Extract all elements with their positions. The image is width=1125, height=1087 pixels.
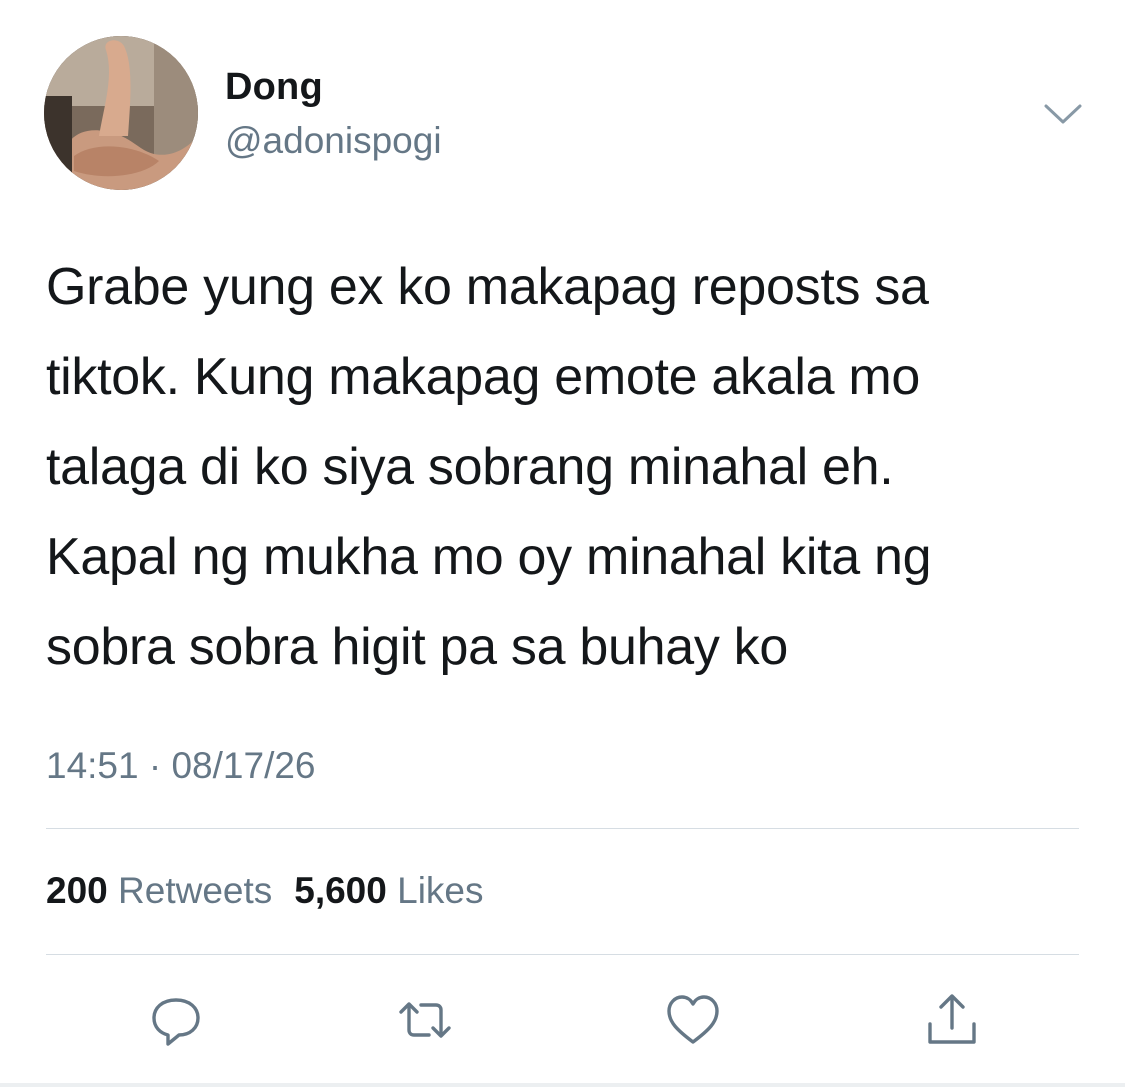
display-name[interactable]: Dong (225, 66, 323, 109)
engagement-stats: 200 Retweets 5,600 Likes (46, 870, 484, 912)
tweet-text: Grabe yung ex ko makapag reposts sa tikt… (46, 258, 932, 676)
like-button[interactable] (663, 990, 723, 1050)
meta-separator: · (148, 745, 162, 786)
user-handle[interactable]: @adonispogi (225, 120, 442, 162)
retweet-icon (399, 1002, 451, 1038)
action-bar (0, 990, 1125, 1050)
retweets-label: Retweets (118, 870, 273, 911)
retweets-stat[interactable]: 200 Retweets (46, 870, 272, 911)
share-button[interactable] (922, 990, 982, 1050)
tweet-card: Dong @adonispogi Grabe yung ex ko makapa… (0, 0, 1125, 1087)
retweets-count: 200 (46, 870, 108, 911)
heart-icon (667, 995, 719, 1044)
chevron-down-icon[interactable] (1040, 98, 1086, 128)
bottom-separator (0, 1083, 1125, 1087)
reply-icon (152, 998, 200, 1046)
share-icon (928, 994, 976, 1044)
reply-button[interactable] (146, 990, 206, 1050)
avatar-photo (44, 36, 198, 190)
tweet-time: 14:51 (46, 745, 139, 786)
divider (46, 828, 1079, 829)
tweet-timestamp[interactable]: 14:51 · 08/17/26 (46, 745, 316, 787)
avatar[interactable] (44, 36, 198, 190)
retweet-button[interactable] (395, 990, 455, 1050)
tweet-date: 08/17/26 (171, 745, 316, 786)
divider (46, 954, 1079, 955)
likes-label: Likes (397, 870, 484, 911)
likes-stat[interactable]: 5,600 Likes (294, 870, 483, 911)
likes-count: 5,600 (294, 870, 387, 911)
